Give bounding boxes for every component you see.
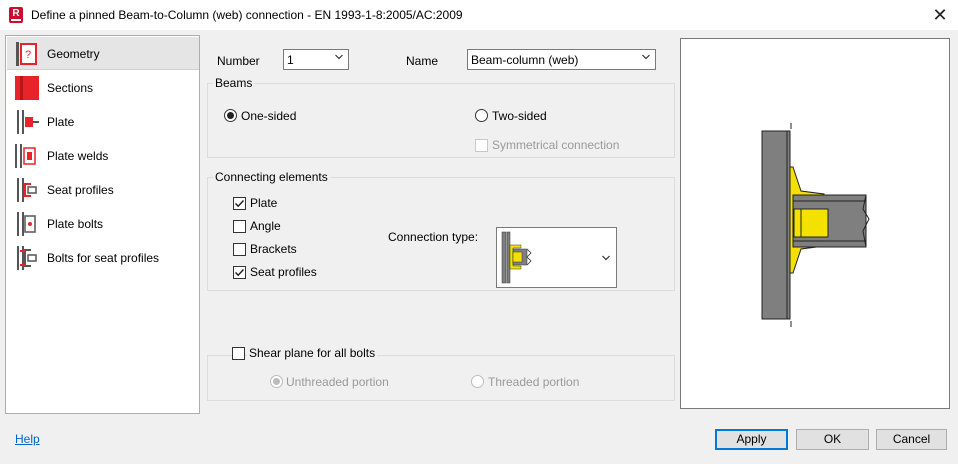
angle-option-label: Angle — [250, 219, 281, 233]
nav-item-sections[interactable]: Sections — [7, 71, 199, 104]
sections-icon — [15, 76, 39, 100]
apply-button[interactable]: Apply — [715, 429, 788, 450]
beam-column-drawing — [761, 123, 870, 327]
number-value: 1 — [287, 53, 294, 67]
checkmark-icon — [234, 199, 245, 208]
threaded-portion-label: Threaded portion — [488, 375, 580, 389]
unthreaded-portion-radio[interactable] — [270, 375, 283, 388]
connection-type-dropdown[interactable] — [496, 227, 617, 288]
plate-option-label: Plate — [250, 196, 278, 210]
window-title: Define a pinned Beam-to-Column (web) con… — [31, 8, 463, 22]
title-bar: R Define a pinned Beam-to-Column (web) c… — [0, 0, 958, 30]
checkmark-icon — [234, 268, 245, 277]
name-dropdown[interactable]: Beam-column (web) — [467, 49, 656, 70]
plate-icon — [17, 110, 39, 134]
nav-label: Plate bolts — [47, 217, 104, 231]
nav-item-geometry[interactable]: ? Geometry — [7, 37, 199, 70]
help-link[interactable]: Help — [15, 432, 40, 446]
nav-item-bolts-for-seat-profiles[interactable]: Bolts for seat profiles — [7, 241, 199, 274]
seat-profiles-icon — [17, 178, 37, 202]
nav-item-plate-bolts[interactable]: Plate bolts — [7, 207, 199, 240]
shear-plane-label: Shear plane for all bolts — [247, 346, 378, 360]
nav-label: Sections — [47, 81, 94, 95]
symmetrical-connection-checkbox[interactable] — [475, 139, 488, 152]
sidebar-nav: ? Geometry Sections Plate Plate welds Se… — [5, 35, 200, 414]
nav-item-plate[interactable]: Plate — [7, 105, 199, 138]
seat-profiles-option-label: Seat profiles — [250, 265, 317, 279]
name-label: Name — [406, 54, 439, 68]
one-sided-radio[interactable] — [224, 109, 237, 122]
nav-label: Bolts for seat profiles — [47, 251, 160, 265]
seat-profiles-checkbox[interactable] — [233, 266, 246, 279]
nav-item-plate-welds[interactable]: Plate welds — [7, 139, 199, 172]
geometry-icon: ? — [16, 42, 37, 66]
one-sided-label: One-sided — [241, 109, 297, 123]
beams-group-title: Beams — [213, 76, 255, 90]
two-sided-label: Two-sided — [492, 109, 547, 123]
threaded-portion-radio[interactable] — [471, 375, 484, 388]
chevron-down-icon — [335, 54, 343, 60]
angle-checkbox[interactable] — [233, 220, 246, 233]
nav-label: Plate welds — [47, 149, 109, 163]
number-dropdown[interactable]: 1 — [283, 49, 349, 70]
shear-plane-checkbox[interactable] — [232, 347, 245, 360]
brackets-option-label: Brackets — [250, 242, 297, 256]
nav-label: Geometry — [47, 47, 100, 61]
unthreaded-portion-label: Unthreaded portion — [286, 375, 389, 389]
nav-label: Plate — [47, 115, 75, 129]
nav-item-seat-profiles[interactable]: Seat profiles — [7, 173, 199, 206]
number-label: Number — [217, 54, 260, 68]
plate-checkbox[interactable] — [233, 197, 246, 210]
plate-bolts-icon — [17, 212, 36, 236]
two-sided-radio[interactable] — [475, 109, 488, 122]
name-value: Beam-column (web) — [471, 53, 579, 67]
app-icon: R — [9, 7, 23, 23]
symmetrical-connection-label: Symmetrical connection — [492, 138, 620, 152]
connection-type-thumbnail-icon — [501, 231, 532, 284]
svg-text:?: ? — [25, 49, 31, 61]
connection-type-label: Connection type: — [388, 230, 479, 244]
nav-label: Seat profiles — [47, 183, 114, 197]
ok-button[interactable]: OK — [796, 429, 869, 450]
close-button[interactable]: ✕ — [930, 5, 950, 25]
chevron-down-icon — [602, 255, 610, 261]
chevron-down-icon — [642, 54, 650, 60]
bolts-for-seat-profiles-icon — [17, 246, 37, 270]
connection-preview — [680, 38, 950, 409]
brackets-checkbox[interactable] — [233, 243, 246, 256]
cancel-button[interactable]: Cancel — [876, 429, 947, 450]
plate-welds-icon — [15, 144, 36, 168]
connecting-elements-title: Connecting elements — [213, 170, 330, 184]
